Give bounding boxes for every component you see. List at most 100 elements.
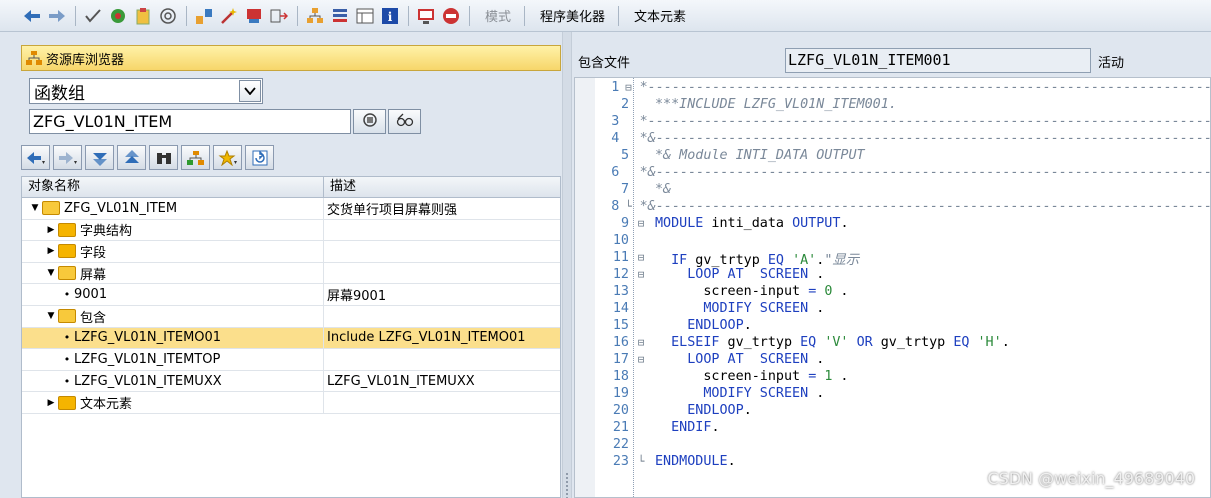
forward-arrow-icon[interactable] — [47, 6, 67, 26]
refresh-button[interactable] — [245, 145, 274, 170]
collapse-all-button[interactable] — [117, 145, 146, 170]
tree-cell-name[interactable]: ▶ 文本元素 — [22, 392, 324, 413]
code-line[interactable]: 9 ⊟ MODULE inti_data OUTPUT. — [595, 215, 1211, 232]
expanded-triangle-icon[interactable]: ▼ — [28, 203, 42, 213]
code-line[interactable]: 22 — [595, 436, 1211, 453]
tree-row[interactable]: • LZFG_VL01N_ITEMTOP — [22, 349, 560, 371]
tree-cell-name[interactable]: • 9001 — [22, 284, 324, 305]
tree-row[interactable]: ▼ 包含 — [22, 305, 560, 328]
tree-row[interactable]: • 9001 屏幕9001 — [22, 284, 560, 306]
tree-cell-name[interactable]: ▶ 字段 — [22, 241, 324, 262]
code-line[interactable]: 20 ENDLOOP. — [595, 402, 1211, 419]
tree-row[interactable]: • LZFG_VL01N_ITEMO01 Include LZFG_VL01N_IT… — [22, 327, 560, 350]
expanded-triangle-icon[interactable]: ▼ — [44, 268, 58, 278]
clipboard-icon[interactable] — [133, 6, 153, 26]
code-editor[interactable]: 1 ⊟ *-------------------------------------… — [574, 77, 1211, 498]
code-line[interactable]: 15 ENDLOOP. — [595, 317, 1211, 334]
fold-toggle-icon[interactable]: ⊟ — [631, 336, 651, 349]
code-line[interactable]: 3 *--------------------------------------… — [595, 113, 1211, 130]
where-used-icon[interactable] — [158, 6, 178, 26]
line-number: 19 — [612, 386, 629, 401]
code-line[interactable]: 7 *& — [595, 181, 1211, 198]
code-token: gv_trtyp — [872, 335, 954, 350]
tree-row[interactable]: ▶ 字段 — [22, 241, 560, 263]
code-line[interactable]: 2 ***INCLUDE LZFG_VL01N_ITEM001. — [595, 96, 1211, 113]
code-line[interactable]: 21 ENDIF. — [595, 419, 1211, 436]
tree-cell-name[interactable]: ▼ 屏幕 — [22, 262, 324, 284]
screen-icon[interactable] — [416, 6, 436, 26]
fold-toggle-icon[interactable]: ⊟ — [621, 81, 635, 94]
code-line[interactable]: 4 *&-------------------------------------… — [595, 130, 1211, 147]
display-button[interactable] — [353, 109, 386, 134]
splitter-grip[interactable] — [565, 472, 569, 498]
code-line[interactable]: 8 └ *&------------------------------------… — [595, 198, 1211, 215]
chevron-down-icon[interactable] — [239, 80, 261, 102]
code-text: LOOP AT SCREEN . — [651, 267, 824, 282]
favorites-button[interactable] — [213, 145, 242, 170]
text-elements-button[interactable]: 文本元素 — [634, 6, 686, 25]
code-line[interactable]: 18 screen-input = 1 . — [595, 368, 1211, 385]
code-line[interactable]: 13 screen-input = 0 . — [595, 283, 1211, 300]
fold-toggle-icon[interactable]: ⊟ — [631, 268, 651, 281]
column-header-description[interactable]: 描述 — [324, 177, 356, 197]
pretty-printer-button[interactable]: 程序美化器 — [540, 6, 605, 25]
tree-row[interactable]: • LZFG_VL01N_ITEMUXX LZFG_VL01N_ITEMUXX — [22, 370, 560, 393]
object-name-input[interactable]: ZFG_VL01N_ITEM — [29, 109, 351, 134]
layout-icon[interactable] — [355, 6, 375, 26]
fold-toggle-icon[interactable]: ⊟ — [631, 251, 651, 264]
tree-cell-name[interactable]: • LZFG_VL01N_ITEMTOP — [22, 349, 324, 370]
code-line[interactable]: 19 MODIFY SCREEN . — [595, 385, 1211, 402]
tree-cell-name[interactable]: ▶ 字典结构 — [22, 219, 324, 241]
tree-row[interactable]: ▶ 字典结构 — [22, 219, 560, 242]
fold-toggle-icon[interactable]: ⊟ — [631, 217, 651, 230]
code-line[interactable]: 17 ⊟ LOOP AT SCREEN . — [595, 351, 1211, 368]
code-line[interactable]: 23 └ ENDMODULE. — [595, 453, 1211, 470]
back-arrow-icon[interactable] — [22, 6, 42, 26]
panel-splitter[interactable] — [562, 32, 572, 498]
pattern-icon[interactable] — [244, 6, 264, 26]
tree-row[interactable]: ▼ 屏幕 — [22, 262, 560, 285]
binoculars-icon[interactable] — [149, 145, 178, 170]
tree-row[interactable]: ▶ 文本元素 — [22, 392, 560, 414]
nav-forward-button[interactable] — [53, 145, 82, 170]
code-line[interactable]: 16 ⊟ ELSEIF gv_trtyp EQ 'V' OR gv_trtyp E… — [595, 334, 1211, 351]
collapsed-triangle-icon[interactable]: ▶ — [44, 225, 58, 235]
hierarchy-button[interactable] — [181, 145, 210, 170]
expanded-triangle-icon[interactable]: ▼ — [44, 311, 58, 321]
stop-icon[interactable] — [441, 6, 461, 26]
check-icon[interactable] — [83, 6, 103, 26]
collapsed-triangle-icon[interactable]: ▶ — [44, 398, 58, 408]
code-line[interactable]: 5 *& Module INTI_DATA OUTPUT — [595, 147, 1211, 164]
code-line[interactable]: 12 ⊟ LOOP AT SCREEN . — [595, 266, 1211, 283]
bullet-icon: • — [63, 288, 71, 302]
wand-icon[interactable] — [219, 6, 239, 26]
nav-back-button[interactable] — [21, 145, 50, 170]
code-line[interactable]: 10 — [595, 232, 1211, 249]
fold-toggle-icon[interactable]: ⊟ — [631, 353, 651, 366]
insert-icon[interactable] — [269, 6, 289, 26]
mode-button[interactable]: 模式 — [485, 6, 511, 25]
toolbar-separator — [297, 5, 298, 26]
tree-cell-name[interactable]: ▼ ZFG_VL01N_ITEM — [22, 198, 324, 219]
code-line[interactable]: 11 ⊟ IF gv_trtyp EQ 'A'."显示 — [595, 249, 1211, 268]
tree-icon[interactable] — [305, 6, 325, 26]
code-token: ENDIF — [671, 420, 712, 435]
expand-all-button[interactable] — [85, 145, 114, 170]
tree-row[interactable]: ▼ ZFG_VL01N_ITEM 交货单行项目屏幕则强 — [22, 198, 560, 220]
glasses-button[interactable] — [388, 109, 421, 134]
toolbar-separator — [469, 5, 470, 26]
display-object-list-icon[interactable] — [194, 6, 214, 26]
object-status: 活动 — [1098, 56, 1125, 71]
tree-cell-name[interactable]: ▼ 包含 — [22, 305, 324, 327]
stack-icon[interactable] — [330, 6, 350, 26]
code-line[interactable]: 1 ⊟ *-------------------------------------… — [595, 79, 1211, 96]
activate-icon[interactable] — [108, 6, 128, 26]
info-icon[interactable]: i — [380, 6, 400, 26]
code-line[interactable]: 14 MODIFY SCREEN . — [595, 300, 1211, 317]
column-header-object-name[interactable]: 对象名称 — [22, 177, 324, 197]
object-type-dropdown[interactable]: 函数组 — [29, 78, 263, 104]
tree-cell-name[interactable]: • LZFG_VL01N_ITEMUXX — [22, 370, 324, 392]
code-line[interactable]: 6 *&-------------------------------------… — [595, 164, 1211, 181]
collapsed-triangle-icon[interactable]: ▶ — [44, 246, 58, 256]
tree-cell-name[interactable]: • LZFG_VL01N_ITEMO01 — [22, 327, 324, 349]
